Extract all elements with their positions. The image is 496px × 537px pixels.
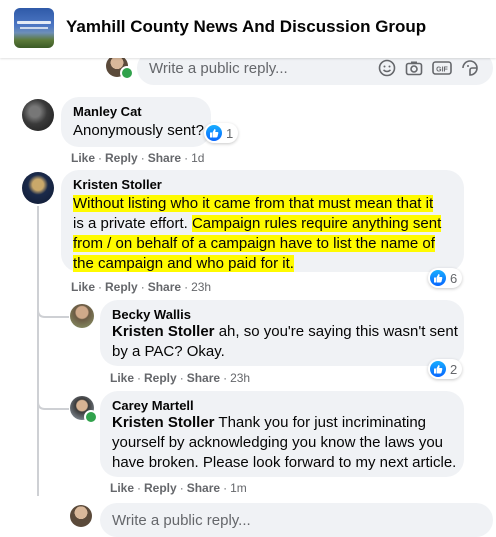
- like-link[interactable]: Like: [110, 481, 134, 495]
- reply-link[interactable]: Reply: [144, 481, 177, 495]
- comment-text-segment: is a private effort.: [73, 215, 188, 232]
- comment-author[interactable]: Manley Cat: [73, 104, 142, 119]
- avatar-kristen-stoller[interactable]: [22, 172, 54, 204]
- share-link[interactable]: Share: [187, 371, 220, 385]
- comment-author[interactable]: Kristen Stoller: [73, 177, 162, 192]
- reply-timestamp[interactable]: 1m: [230, 481, 247, 495]
- comment-actions: Like · Reply · Share · 23h: [71, 280, 212, 294]
- reaction-count[interactable]: 6: [428, 268, 463, 288]
- reply-link[interactable]: Reply: [144, 371, 177, 385]
- highlighted-text: Campaign rules require anything sent: [191, 215, 442, 232]
- group-header: Yamhill County News And Discussion Group: [0, 0, 496, 58]
- online-status-indicator: [120, 66, 134, 80]
- reply-timestamp[interactable]: 23h: [230, 371, 250, 385]
- highlighted-text: from / on behalf of a campaign have to l…: [73, 235, 435, 252]
- reaction-count-value: 6: [450, 270, 458, 286]
- svg-text:GIF: GIF: [436, 67, 448, 74]
- reply-connector: [37, 300, 69, 318]
- comment-timestamp[interactable]: 23h: [191, 280, 211, 294]
- camera-icon[interactable]: [405, 59, 423, 77]
- reply-actions: Like · Reply · Share · 1m: [110, 481, 247, 495]
- reply-actions: Like · Reply · Share · 23h: [110, 371, 251, 385]
- like-reaction-icon: [430, 270, 446, 286]
- reply-text-segment: by a PAC? Okay.: [112, 343, 225, 360]
- reply-text: Kristen Stoller ah, so you're saying thi…: [112, 322, 462, 362]
- like-link[interactable]: Like: [110, 371, 134, 385]
- like-link[interactable]: Like: [71, 151, 95, 165]
- reply-text: Kristen Stoller Thank you for just incri…: [112, 413, 468, 473]
- thread-connector-line: [37, 206, 39, 496]
- reply-author[interactable]: Becky Wallis: [112, 307, 191, 322]
- group-cover-thumbnail[interactable]: [14, 8, 54, 48]
- reply-text-segment: ah, so you're saying this wasn't sent: [214, 323, 458, 340]
- reply-text-segment: Thank you for just incriminating: [214, 414, 427, 431]
- avatar-becky-wallis[interactable]: [70, 304, 94, 328]
- comment-bubble: Kristen Stoller Without listing who it c…: [61, 170, 464, 272]
- sticker-icon[interactable]: [461, 59, 479, 77]
- reply-placeholder: Write a public reply...: [112, 512, 251, 529]
- reply-link[interactable]: Reply: [105, 151, 138, 165]
- mention-link[interactable]: Kristen Stoller: [112, 323, 215, 340]
- reaction-count-value: 1: [226, 125, 234, 141]
- share-link[interactable]: Share: [148, 151, 181, 165]
- like-link[interactable]: Like: [71, 280, 95, 294]
- reply-author[interactable]: Carey Martell: [112, 398, 194, 413]
- group-title[interactable]: Yamhill County News And Discussion Group: [66, 17, 426, 37]
- comment-timestamp[interactable]: 1d: [191, 151, 204, 165]
- comment-text: Without listing who it came from that mu…: [73, 194, 457, 274]
- reply-text-segment: have broken. Please look forward to my n…: [112, 454, 457, 471]
- reaction-count[interactable]: 1: [204, 123, 239, 143]
- highlighted-text: the campaign and who paid for it.: [73, 255, 294, 272]
- comment-text: Anonymously sent?: [73, 122, 204, 139]
- share-link[interactable]: Share: [148, 280, 181, 294]
- share-link[interactable]: Share: [187, 481, 220, 495]
- current-user-avatar[interactable]: [70, 505, 92, 527]
- reply-link[interactable]: Reply: [105, 280, 138, 294]
- gif-icon[interactable]: GIF: [432, 59, 452, 77]
- comment-bubble: Manley Cat Anonymously sent?: [61, 97, 211, 147]
- reply-placeholder: Write a public reply...: [149, 60, 288, 77]
- mention-link[interactable]: Kristen Stoller: [112, 414, 215, 431]
- reply-text-segment: yourself by acknowledging you know the l…: [112, 434, 444, 451]
- highlighted-text: Without listing who it came from that mu…: [73, 195, 434, 212]
- reaction-count[interactable]: 2: [428, 359, 463, 379]
- reply-bubble: Carey Martell Kristen Stoller Thank you …: [100, 391, 464, 477]
- reply-connector: [37, 392, 69, 410]
- reaction-count-value: 2: [450, 361, 458, 377]
- reply-input-bottom[interactable]: Write a public reply...: [100, 503, 493, 537]
- like-reaction-icon: [206, 125, 222, 141]
- reply-bubble: Becky Wallis Kristen Stoller ah, so you'…: [100, 300, 464, 366]
- comment-actions: Like · Reply · Share · 1d: [71, 151, 205, 165]
- avatar-manley-cat[interactable]: [22, 99, 54, 131]
- like-reaction-icon: [430, 361, 446, 377]
- emoji-icon[interactable]: [378, 59, 396, 77]
- online-status-indicator: [84, 410, 98, 424]
